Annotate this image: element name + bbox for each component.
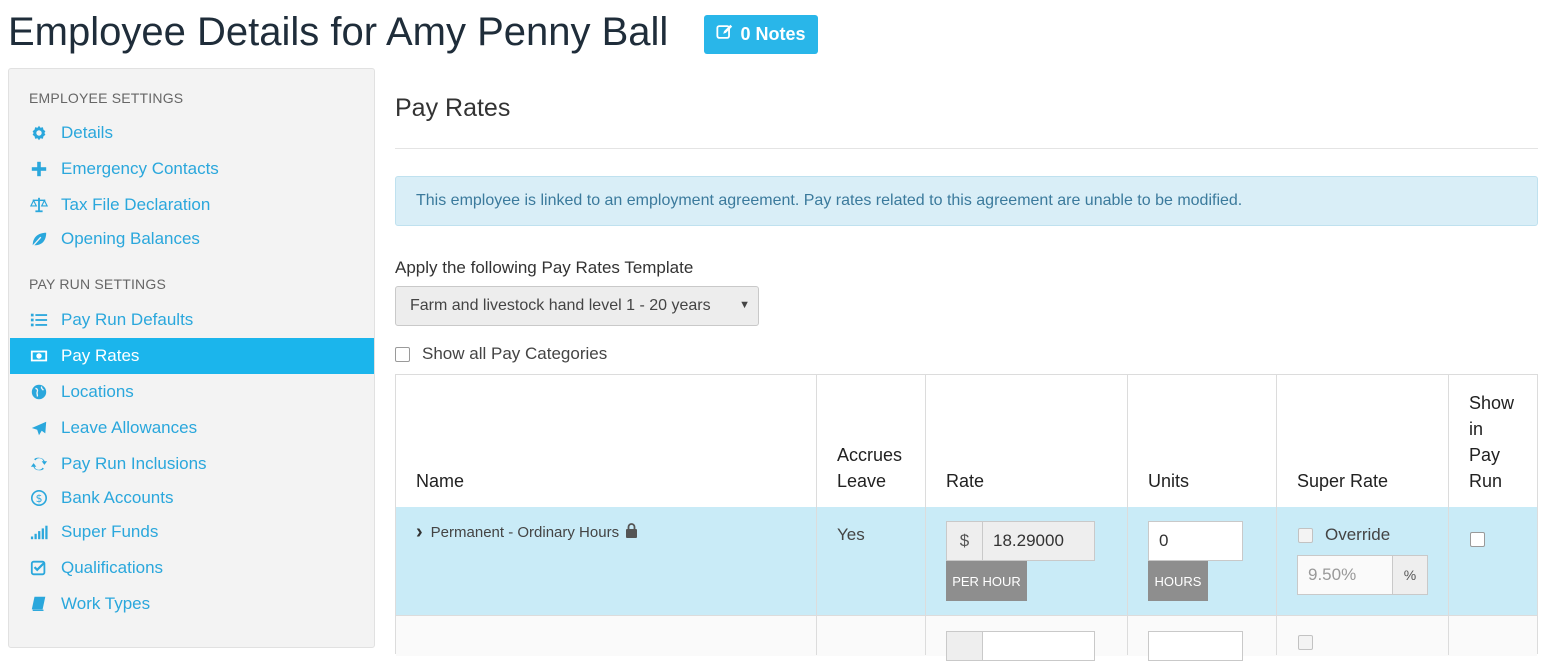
- sidebar-item-label: Pay Rates: [61, 346, 140, 365]
- sidebar-item-work-types[interactable]: Work Types: [10, 586, 374, 622]
- sidebar-item-tax-file-declaration[interactable]: Tax File Declaration: [10, 187, 374, 223]
- sidebar-item-super-funds[interactable]: Super Funds: [10, 514, 374, 550]
- header-line: Pay: [1469, 445, 1501, 465]
- sidebar-item-pay-run-defaults[interactable]: Pay Run Defaults: [10, 302, 374, 338]
- show-all-label: Show all Pay Categories: [422, 344, 608, 363]
- sidebar-item-opening-balances[interactable]: Opening Balances: [10, 221, 374, 257]
- column-divider: [1276, 375, 1277, 655]
- header-line: Leave: [837, 471, 887, 491]
- caret-down-icon: ▼: [739, 299, 750, 311]
- super-rate-percent-addon: %: [1392, 555, 1428, 595]
- super-rate-input[interactable]: 9.50%: [1297, 555, 1393, 595]
- section-heading: Pay Rates: [395, 94, 511, 122]
- rate-input[interactable]: 18.29000: [982, 521, 1095, 561]
- sidebar-item-label: Locations: [61, 382, 134, 401]
- signal-icon: [29, 522, 49, 542]
- lock-icon: [619, 523, 638, 542]
- sidebar-item-locations[interactable]: Locations: [10, 374, 374, 410]
- sidebar-item-label: Emergency Contacts: [61, 159, 219, 178]
- sidebar-item-label: Details: [61, 123, 113, 142]
- column-header-name: Name: [416, 471, 465, 491]
- pay-rates-template-select[interactable]: Farm and livestock hand level 1 - 20 yea…: [395, 286, 759, 326]
- row-name-text: Permanent - Ordinary Hours: [430, 524, 620, 541]
- svg-text:$: $: [36, 492, 43, 505]
- sidebar-item-pay-run-inclusions[interactable]: Pay Run Inclusions: [10, 446, 374, 482]
- notes-button[interactable]: 0 Notes: [704, 15, 818, 54]
- refresh-icon: [29, 454, 49, 474]
- select-value: Farm and livestock hand level 1 - 20 yea…: [410, 297, 711, 314]
- sidebar-item-label: Leave Allowances: [61, 418, 198, 437]
- page-title: Employee Details for Amy Penny Ball: [8, 10, 669, 54]
- column-divider: [925, 375, 926, 655]
- column-header-super-rate: Super Rate: [1297, 471, 1389, 491]
- sidebar-item-label: Bank Accounts: [61, 488, 174, 507]
- header-line: in: [1469, 419, 1484, 439]
- column-header-show-in-pay-run: Show in Pay Run: [1469, 390, 1514, 494]
- notes-label: 0 Notes: [740, 24, 806, 44]
- column-header-rate: Rate: [946, 471, 985, 491]
- section-title-pay-run-settings: PAY RUN SETTINGS: [29, 276, 166, 292]
- section-title-employee-settings: EMPLOYEE SETTINGS: [29, 90, 184, 106]
- sidebar-item-label: Opening Balances: [61, 229, 200, 248]
- edit-icon: [716, 23, 734, 46]
- sidebar-item-emergency-contacts[interactable]: Emergency Contacts: [10, 151, 374, 187]
- column-divider: [1127, 375, 1128, 655]
- column-header-units: Units: [1148, 471, 1190, 491]
- chevron-right-icon[interactable]: ›: [416, 521, 423, 544]
- pay-category-name[interactable]: › Permanent - Ordinary Hours: [416, 521, 638, 544]
- template-label: Apply the following Pay Rates Template: [395, 258, 694, 277]
- info-alert: This employee is linked to an employment…: [395, 176, 1538, 226]
- dollar-circle-icon: $: [29, 488, 49, 508]
- sidebar-item-label: Work Types: [61, 594, 151, 613]
- plane-icon: [29, 418, 49, 438]
- override-checkbox[interactable]: [1298, 527, 1313, 543]
- units-input[interactable]: 0: [1148, 521, 1243, 561]
- sidebar-item-qualifications[interactable]: Qualifications: [10, 550, 374, 586]
- rate-unit-badge: PER HOUR: [946, 561, 1027, 601]
- header-line: Accrues: [837, 445, 903, 465]
- sidebar-item-label: Tax File Declaration: [61, 195, 211, 214]
- super-override[interactable]: Override: [1298, 525, 1390, 545]
- header-line: Show: [1469, 393, 1515, 413]
- plus-icon: [29, 159, 49, 179]
- leaf-icon: [29, 229, 49, 249]
- column-divider: [1448, 375, 1449, 655]
- sidebar-item-label: Super Funds: [61, 522, 159, 541]
- rate-currency-addon: $: [946, 521, 983, 561]
- override-label: Override: [1325, 525, 1391, 544]
- globe-icon: [29, 382, 49, 402]
- show-all-pay-categories[interactable]: Show all Pay Categories: [395, 344, 607, 364]
- sidebar-item-label: Pay Run Inclusions: [61, 454, 207, 473]
- alert-text: This employee is linked to an employment…: [416, 192, 1243, 209]
- scale-icon: [29, 195, 49, 215]
- money-icon: [29, 346, 49, 366]
- sidebar-item-label: Pay Run Defaults: [61, 310, 194, 329]
- show-all-checkbox[interactable]: [395, 346, 410, 362]
- divider: [395, 148, 1538, 149]
- gear-icon: [29, 123, 49, 143]
- pay-rates-table: Name Accrues Leave Rate Units Super Rate…: [395, 374, 1538, 661]
- sidebar-item-bank-accounts[interactable]: $ Bank Accounts: [10, 480, 374, 516]
- sidebar: EMPLOYEE SETTINGS Details Emergency Cont…: [8, 68, 375, 648]
- column-header-accrues-leave: Accrues Leave: [837, 442, 902, 494]
- sidebar-item-leave-allowances[interactable]: Leave Allowances: [10, 410, 374, 446]
- sidebar-item-label: Qualifications: [61, 558, 164, 577]
- accrues-leave-value: Yes: [837, 525, 865, 544]
- book-icon: [29, 594, 49, 614]
- show-in-pay-run-checkbox[interactable]: [1470, 532, 1485, 547]
- sidebar-item-pay-rates[interactable]: Pay Rates: [10, 338, 374, 374]
- list-icon: [29, 310, 49, 330]
- checkbox-icon: [29, 558, 49, 578]
- units-unit-badge: HOURS: [1148, 561, 1208, 601]
- sidebar-item-details[interactable]: Details: [10, 115, 374, 151]
- header-line: Run: [1469, 471, 1503, 491]
- override-checkbox[interactable]: [1298, 635, 1313, 650]
- column-divider: [816, 375, 817, 655]
